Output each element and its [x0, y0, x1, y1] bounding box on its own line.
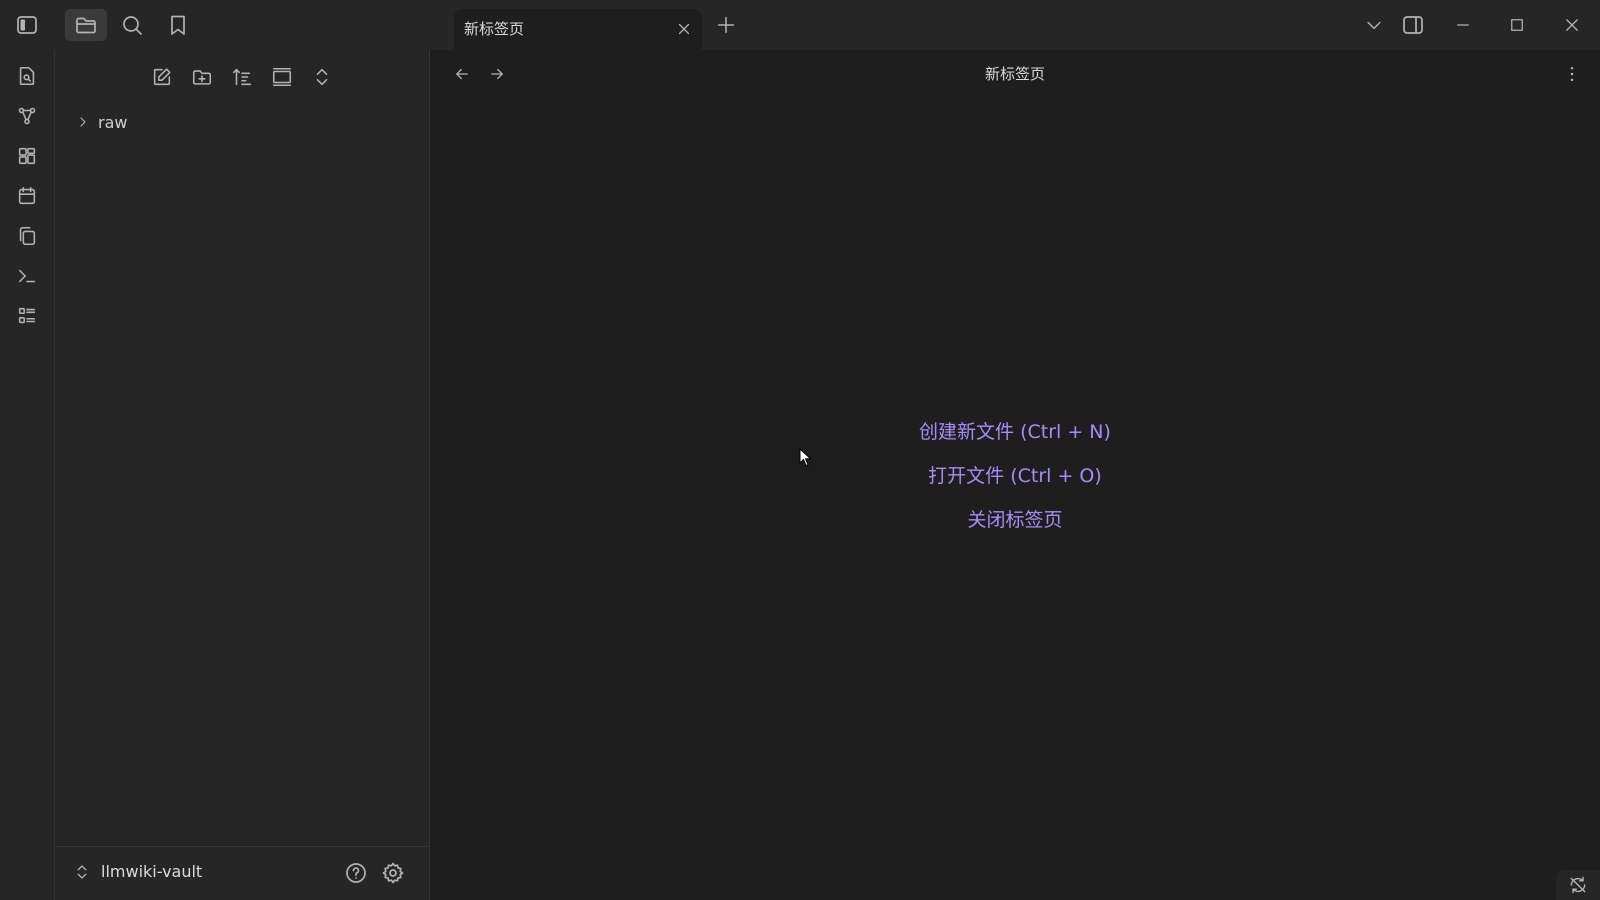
tab-title: 新标签页 — [464, 20, 525, 38]
view-title: 新标签页 — [984, 65, 1045, 83]
ribbon-file-search-button[interactable] — [13, 62, 41, 90]
folder-item-raw[interactable]: raw — [75, 110, 127, 134]
close-tab-button[interactable] — [672, 17, 696, 41]
files-tab-button[interactable] — [65, 9, 107, 41]
folder-label: raw — [98, 112, 128, 132]
collapse-all-button[interactable] — [307, 62, 337, 92]
tab-new-tab[interactable]: 新标签页 — [454, 9, 702, 50]
ribbon-graph-button[interactable] — [13, 102, 41, 130]
file-search-icon — [19, 66, 35, 86]
new-folder-button[interactable] — [187, 62, 217, 92]
main-view: 新标签页 创建新文件 (Ctrl + N) 打开文件 (Ctrl + O) 关闭… — [430, 50, 1600, 900]
new-tab-button[interactable] — [705, 9, 747, 41]
copy-icon — [19, 226, 36, 246]
ribbon-daily-note-button[interactable] — [13, 182, 41, 210]
right-sidebar-icon — [1403, 16, 1423, 34]
mouse-cursor-icon — [799, 448, 812, 467]
create-new-file-link[interactable]: 创建新文件 (Ctrl + N) — [919, 420, 1111, 444]
more-vertical-icon — [1570, 66, 1574, 82]
open-file-link[interactable]: 打开文件 (Ctrl + O) — [928, 464, 1102, 488]
file-explorer-sidebar: raw llmwiki-vault — [55, 50, 430, 900]
new-note-icon — [153, 68, 171, 86]
folder-icon — [76, 17, 96, 34]
maximize-window-button[interactable] — [1497, 8, 1537, 42]
graph-icon — [18, 107, 36, 125]
close-tab-link[interactable]: 关闭标签页 — [967, 508, 1062, 532]
title-bar: 新标签页 — [0, 0, 1600, 50]
ribbon — [0, 50, 55, 900]
close-icon — [678, 23, 690, 35]
sort-icon — [232, 68, 252, 86]
toggle-right-sidebar-button[interactable] — [1393, 8, 1433, 42]
calendar-icon — [18, 186, 36, 205]
collapse-all-icon — [316, 68, 328, 86]
new-note-button[interactable] — [147, 62, 177, 92]
auto-reveal-icon — [272, 67, 292, 87]
close-window-button[interactable] — [1552, 8, 1592, 42]
chevron-right-icon — [80, 117, 86, 127]
toggle-left-sidebar-button[interactable] — [6, 9, 48, 41]
sync-status-button[interactable] — [1556, 870, 1600, 900]
vault-bar: llmwiki-vault — [55, 846, 429, 900]
help-button[interactable] — [343, 860, 369, 886]
terminal-icon — [18, 269, 36, 283]
auto-reveal-button[interactable] — [267, 62, 297, 92]
chevron-down-icon — [1367, 21, 1381, 30]
empty-state-actions: 创建新文件 (Ctrl + N) 打开文件 (Ctrl + O) 关闭标签页 — [430, 420, 1600, 552]
ribbon-outline-button[interactable] — [13, 302, 41, 330]
ribbon-templates-button[interactable] — [13, 222, 41, 250]
vault-name: llmwiki-vault — [101, 862, 203, 881]
sort-button[interactable] — [227, 62, 257, 92]
more-options-button[interactable] — [1560, 62, 1584, 86]
help-icon — [346, 863, 366, 883]
search-icon — [123, 16, 142, 35]
tab-list-button[interactable] — [1354, 8, 1394, 42]
canvas-icon — [18, 147, 36, 165]
minimize-icon — [1457, 24, 1469, 26]
gear-icon — [382, 862, 404, 884]
plus-icon — [717, 16, 735, 34]
bookmarks-tab-button[interactable] — [157, 9, 199, 41]
vault-switcher[interactable]: llmwiki-vault — [73, 862, 202, 881]
view-header: 新标签页 — [430, 50, 1600, 96]
close-icon — [1566, 19, 1578, 31]
maximize-icon — [1511, 19, 1523, 31]
chevron-up-down-icon — [77, 864, 87, 879]
ribbon-canvas-button[interactable] — [13, 142, 41, 170]
search-tab-button[interactable] — [111, 9, 153, 41]
sync-error-icon — [1570, 876, 1586, 894]
outline-icon — [18, 307, 36, 324]
sidebar-toggle-icon — [17, 16, 37, 34]
new-folder-icon — [192, 70, 212, 85]
ribbon-command-palette-button[interactable] — [13, 262, 41, 290]
minimize-window-button[interactable] — [1443, 8, 1483, 42]
bookmark-icon — [171, 15, 185, 35]
settings-button[interactable] — [380, 860, 406, 886]
